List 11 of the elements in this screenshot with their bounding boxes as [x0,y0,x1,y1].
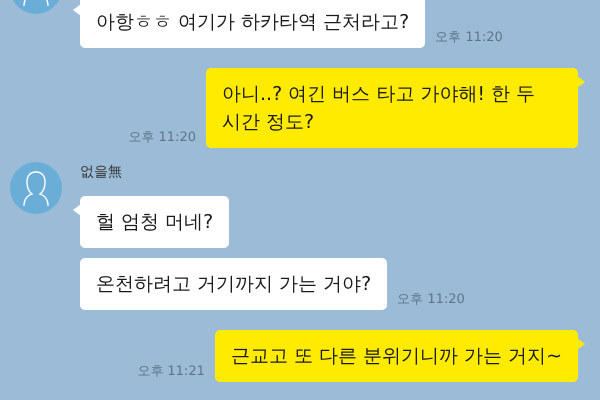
avatar-icon [10,162,62,214]
sender-name: 없을無 [80,163,123,182]
message-time: 오후 11:20 [435,29,503,47]
message-bubble: 온천하려고 거기까지 가는 거야? [80,258,388,310]
message-time: 오후 11:20 [397,291,465,309]
message-bubble: 아니..? 여긴 버스 타고 가야해! 한 두 시간 정도? [206,68,578,148]
message-time: 오후 11:20 [128,129,196,147]
message-bubble: 아항ㅎㅎ 여기가 하카타역 근처라고? [80,0,426,48]
message-bubble: 근교고 또 다른 분위기니까 가는 거지~ [214,330,578,382]
message-time: 오후 11:21 [137,363,205,381]
message-bubble: 헐 엄청 머네? [80,196,230,248]
